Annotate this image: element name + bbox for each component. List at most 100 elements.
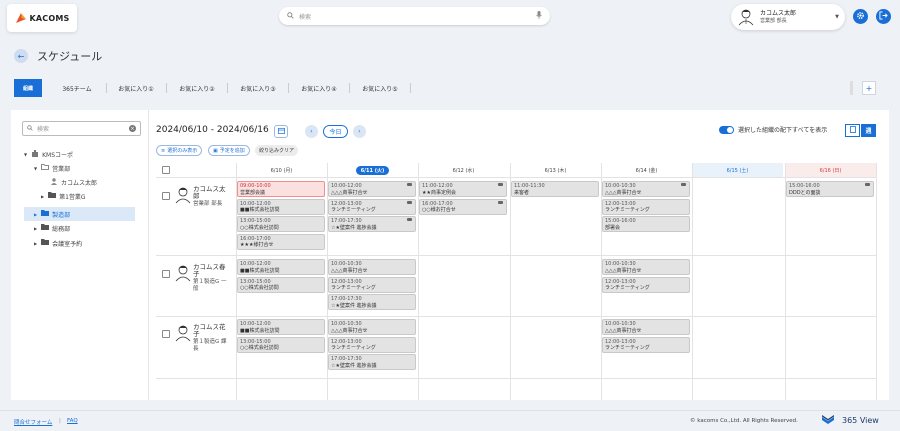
tab-favorite-4[interactable]: お気に入り④ <box>293 79 345 97</box>
grid-line <box>785 163 786 400</box>
show-all-under-org-toggle[interactable]: 選択した組織の配下すべてを表示 <box>719 125 827 134</box>
schedule-event[interactable]: 15:00-16:00 DDDとの面談 <box>786 181 874 197</box>
event-title: ランチミーティング <box>331 207 376 213</box>
tab-divider <box>227 83 228 93</box>
schedule-event[interactable]: 10:00-12:00 △△△商事打合せ <box>328 181 416 197</box>
day-header: 6/12 (水) <box>418 163 509 177</box>
clear-filter-chip[interactable]: 絞り込みクリア <box>255 145 299 156</box>
add-tab-button[interactable]: + <box>862 81 876 95</box>
schedule-event[interactable]: 16:00-17:00 ★★★様打合せ <box>237 233 325 250</box>
schedule-event[interactable]: 10:00-10:30 △△△商事打合せ <box>602 259 690 275</box>
tab-favorite-1[interactable]: お気に入り① <box>110 79 162 97</box>
event-title: ランチミーティング <box>605 285 650 291</box>
event-title: 営業部会議 <box>240 189 266 196</box>
prev-week-button[interactable]: ‹ <box>305 125 318 138</box>
tree-item-general-affairs[interactable]: ▶ 総務部 <box>34 221 144 235</box>
logout-button[interactable] <box>876 9 891 24</box>
schedule-event[interactable]: 12:00-13:00 ランチミーティング <box>328 198 416 215</box>
tree-item-kms-corp[interactable]: ▼ KMSコーポ <box>24 147 144 161</box>
schedule-event[interactable]: 12:00-13:00 ランチミーティング <box>328 336 416 353</box>
global-search-input[interactable]: 検索 <box>279 7 550 25</box>
tree-item-user[interactable]: カコムス太郎 <box>51 175 144 189</box>
chevron-right-icon: ▶ <box>34 240 38 246</box>
tab-scrollbar[interactable] <box>850 81 853 95</box>
schedule-event[interactable]: 12:00-13:00 ランチミーティング <box>602 336 690 353</box>
person-name[interactable]: カコムス花子 <box>193 324 231 338</box>
clear-icon[interactable]: × <box>129 125 136 132</box>
back-button[interactable]: ← <box>14 49 28 63</box>
schedule-event[interactable]: 13:00-15:00 ○○株式会社訪問 <box>237 216 325 232</box>
event-title: ○○様お打合せ <box>422 207 456 213</box>
schedule-event[interactable]: 09:00-10:00 営業部会議 <box>237 181 325 197</box>
schedule-event[interactable]: 17:00-17:30 ☆★壁案件 進捗会議 <box>328 294 416 310</box>
tree-item-room-booking[interactable]: ▶ 会議室予約 <box>34 236 144 250</box>
show-selected-only-chip[interactable]: ≡ 選択のみ表示 <box>156 145 203 156</box>
kacoms-logo[interactable]: KACOMS <box>7 4 77 32</box>
schedule-event[interactable]: 12:00-13:00 ランチミーティング <box>602 276 690 293</box>
event-title: ランチミーティング <box>331 345 376 351</box>
contact-form-link[interactable]: 問合せフォーム <box>14 418 52 426</box>
schedule-event[interactable]: 17:00-17:30 ☆★壁案件 進捗会議 <box>328 354 416 370</box>
day-view-button[interactable] <box>845 124 860 137</box>
grid-line <box>156 316 876 317</box>
schedule-event[interactable]: 17:00-17:30 ☆★壁案件 進捗会議 <box>328 216 416 232</box>
today-button[interactable]: 今日 <box>323 125 348 138</box>
tab-organization[interactable]: 組織 <box>14 79 42 97</box>
settings-button[interactable] <box>853 9 868 24</box>
day-header: 6/13 (木) <box>510 163 601 177</box>
tab-favorite-2[interactable]: お気に入り② <box>171 79 223 97</box>
schedule-event[interactable]: 12:00-13:00 ランチミーティング <box>602 198 690 215</box>
calendar-picker-button[interactable] <box>274 125 288 138</box>
tree-item-sales-g1[interactable]: ▶ 第1営業G <box>41 189 144 203</box>
schedule-event[interactable]: 11:00-12:00 ★★商事定例会 <box>419 181 507 197</box>
tab-365-team[interactable]: 365チーム <box>52 79 102 97</box>
week-view-button[interactable]: 週 <box>861 124 876 137</box>
brand-logo-icon <box>822 415 834 428</box>
microphone-icon[interactable] <box>536 11 542 21</box>
schedule-event[interactable]: 10:00-12:00 ■■株式会社訪問 <box>237 198 325 215</box>
tree-label: 会議室予約 <box>52 240 83 248</box>
day-label: 6/15 (土) <box>726 167 749 174</box>
add-schedule-chip[interactable]: ▣ 予定を追加 <box>208 145 250 156</box>
row-checkbox[interactable] <box>162 330 170 338</box>
search-placeholder: 検索 <box>299 13 312 21</box>
schedule-event[interactable]: 10:00-10:30 △△△商事打合せ <box>602 319 690 335</box>
tab-favorite-5[interactable]: お気に入り⑤ <box>354 79 406 97</box>
schedule-event[interactable]: 10:00-12:00 ■■株式会社訪問 <box>237 319 325 335</box>
event-title: △△△商事打合せ <box>331 189 368 196</box>
schedule-event[interactable]: 13:00-15:00 ○○株式会社訪問 <box>237 276 325 293</box>
event-title: ランチミーティング <box>605 345 650 351</box>
next-week-button[interactable]: › <box>353 125 366 138</box>
event-title: DDDとの面談 <box>789 189 821 196</box>
tab-favorite-3[interactable]: お気に入り③ <box>232 79 284 97</box>
tree-search-placeholder: 検索 <box>37 126 50 133</box>
schedule-event[interactable]: 11:00-11:30 来客者 <box>511 181 599 197</box>
event-title: 部署会 <box>605 224 621 231</box>
tree-label: 製造部 <box>52 211 71 219</box>
row-checkbox[interactable] <box>162 270 170 278</box>
schedule-event[interactable]: 13:00-15:00 ○○株式会社訪問 <box>237 336 325 353</box>
chip-label: 予定を追加 <box>219 148 245 154</box>
user-menu[interactable]: カコムス太郎 営業部 部長 ▼ <box>731 4 845 30</box>
schedule-event[interactable]: 15:00-16:00 部署会 <box>602 216 690 232</box>
tree-search-input[interactable]: 検索 × <box>22 121 141 136</box>
toggle-switch[interactable] <box>719 125 734 134</box>
tab-divider <box>288 83 289 93</box>
schedule-event[interactable]: 16:00-17:00 ○○様お打合せ <box>419 198 507 215</box>
person-name[interactable]: カコムス春子 <box>193 264 231 278</box>
schedule-event[interactable]: 12:00-13:00 ランチミーティング <box>328 276 416 293</box>
schedule-event[interactable]: 10:00-12:00 ■■株式会社訪問 <box>237 259 325 275</box>
chevron-down-icon: ▼ <box>24 151 28 157</box>
schedule-event[interactable]: 10:00-10:30 △△△商事打合せ <box>328 259 416 275</box>
schedule-event[interactable]: 10:00-10:30 △△△商事打合せ <box>328 319 416 335</box>
calendar-icon <box>277 127 285 136</box>
person-name[interactable]: カコムス太郎 <box>193 186 231 200</box>
row-checkbox[interactable] <box>162 192 170 200</box>
schedule-event[interactable]: 10:00-10:30 △△△商事打合せ <box>602 181 690 197</box>
tree-item-manufacturing[interactable]: ▶ 製造部 <box>24 207 135 221</box>
tree-item-sales[interactable]: ▼ 営業部 <box>34 161 144 175</box>
copyright: © kacoms Co.,Ltd. All Rights Reserved. <box>690 418 798 424</box>
select-all-checkbox[interactable] <box>162 166 170 174</box>
faq-link[interactable]: FAQ <box>67 418 78 424</box>
event-title: △△△商事打合せ <box>605 327 642 334</box>
